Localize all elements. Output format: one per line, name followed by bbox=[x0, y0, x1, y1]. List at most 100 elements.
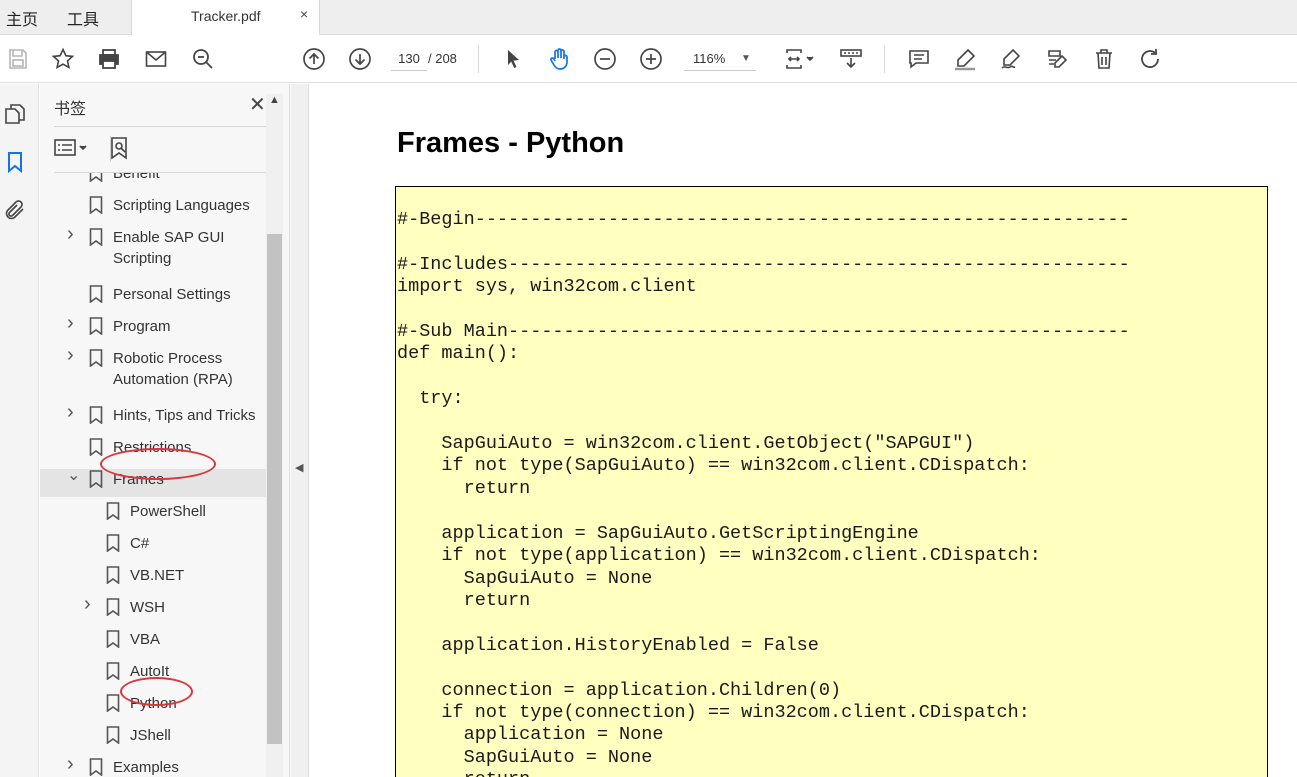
bookmark-item-examples[interactable]: › Examples bbox=[40, 753, 266, 777]
menu-tools[interactable]: 工具 bbox=[67, 6, 99, 30]
bookmark-item-wsh[interactable]: › WSH bbox=[40, 593, 266, 625]
bookmark-ribbon-icon bbox=[106, 534, 120, 553]
bookmark-ribbon-icon bbox=[89, 349, 103, 368]
bookmark-label-line2: Automation (RPA) bbox=[113, 371, 233, 388]
save-icon[interactable] bbox=[4, 45, 32, 73]
close-panel-icon[interactable]: ✕ bbox=[249, 92, 266, 117]
bookmark-options-icon[interactable] bbox=[54, 136, 90, 162]
scroll-up-icon[interactable]: ▲ bbox=[269, 94, 280, 106]
bookmark-label: C# bbox=[130, 535, 150, 552]
collapse-panel-icon[interactable]: ◀ bbox=[295, 461, 303, 474]
hand-icon[interactable] bbox=[545, 45, 573, 73]
page-total: / 208 bbox=[428, 51, 457, 66]
bookmark-label: PowerShell bbox=[130, 503, 206, 520]
email-icon[interactable] bbox=[142, 45, 170, 73]
select-cursor-icon[interactable] bbox=[499, 45, 527, 73]
print-icon[interactable] bbox=[95, 45, 123, 73]
bookmark-ribbon-icon bbox=[106, 726, 120, 745]
bookmark-ribbon-icon bbox=[106, 662, 120, 681]
bookmark-item-c[interactable]: C# bbox=[40, 533, 266, 561]
chevron-right-icon[interactable]: › bbox=[67, 753, 81, 776]
python-highlight-oval bbox=[120, 677, 193, 706]
edit-icon[interactable] bbox=[1043, 45, 1071, 73]
document-tab[interactable]: Tracker.pdf × bbox=[131, 0, 320, 36]
bookmark-item-personal-settings[interactable]: Personal Settings bbox=[40, 284, 266, 312]
bookmark-ribbon-icon bbox=[89, 173, 103, 183]
bookmark-ribbon-icon bbox=[89, 228, 103, 247]
bookmark-label: Personal Settings bbox=[113, 286, 231, 303]
bookmark-ribbon-icon bbox=[106, 566, 120, 585]
arrow-up-icon[interactable] bbox=[300, 45, 328, 73]
toolbar-divider bbox=[478, 45, 479, 73]
bookmark-item-jshell[interactable]: JShell bbox=[40, 725, 266, 753]
scrollbar-thumb[interactable] bbox=[267, 234, 282, 744]
bookmark-ribbon-icon bbox=[89, 285, 103, 304]
zoom-level-select[interactable]: 116% ▼ bbox=[684, 47, 756, 71]
zoom-out-icon[interactable] bbox=[591, 45, 619, 73]
bookmark-item-vb-net[interactable]: VB.NET bbox=[40, 565, 266, 593]
bookmark-item-scripting-languages[interactable]: Scripting Languages bbox=[40, 195, 266, 223]
bookmark-item-vba[interactable]: VBA bbox=[40, 629, 266, 657]
bookmark-ribbon-icon bbox=[106, 694, 120, 713]
document-tab-title: Tracker.pdf bbox=[191, 8, 261, 24]
bookmark-label: Scripting Languages bbox=[113, 197, 250, 214]
code-block: #-Begin---------------------------------… bbox=[395, 186, 1268, 777]
tab-bar: 主页 工具 Tracker.pdf × bbox=[0, 0, 1297, 36]
toolbar: 130 / 208 116% ▼ bbox=[0, 35, 1297, 83]
bookmark-icon[interactable] bbox=[3, 150, 27, 174]
bookmark-ribbon-icon bbox=[89, 317, 103, 336]
bookmarks-panel: 书签 ✕ Benefit Scripting Languages › Enable S… bbox=[40, 84, 290, 777]
zoom-in-icon[interactable] bbox=[637, 45, 665, 73]
bookmark-item-powershell[interactable]: PowerShell bbox=[40, 501, 266, 529]
delete-icon[interactable] bbox=[1090, 45, 1118, 73]
chevron-right-icon[interactable]: › bbox=[67, 312, 81, 335]
pages-icon[interactable] bbox=[3, 102, 27, 126]
bookmarks-scrollbar[interactable]: ▲ bbox=[266, 94, 283, 777]
page-number-input[interactable]: 130 bbox=[391, 47, 427, 71]
document-view: Frames - Python #-Begin-----------------… bbox=[310, 84, 1297, 777]
page-heading: Frames - Python bbox=[397, 127, 625, 159]
bookmark-label: VB.NET bbox=[130, 567, 185, 584]
scroll-mode-icon[interactable] bbox=[837, 45, 865, 73]
bookmark-label: JShell bbox=[130, 727, 171, 744]
close-tab-icon[interactable]: × bbox=[300, 6, 308, 22]
menu-home[interactable]: 主页 bbox=[6, 6, 38, 30]
highlight-icon[interactable] bbox=[951, 45, 979, 73]
fit-page-icon[interactable] bbox=[782, 45, 818, 73]
bookmark-ribbon-icon bbox=[89, 196, 103, 215]
bookmark-item-enable-sap-gui[interactable]: › Enable SAP GUI Scripting bbox=[40, 223, 266, 273]
bookmark-item-robotic-process[interactable]: › Robotic Process Automation (RPA) bbox=[40, 344, 266, 394]
chevron-right-icon[interactable]: › bbox=[67, 223, 81, 246]
chevron-right-icon[interactable]: › bbox=[67, 344, 81, 367]
bookmark-label: Program bbox=[113, 318, 171, 335]
bookmark-ribbon-icon bbox=[106, 630, 120, 649]
search-zoom-icon[interactable] bbox=[189, 45, 217, 73]
chevron-down-icon: ▼ bbox=[741, 53, 751, 64]
bookmark-ribbon-icon bbox=[89, 758, 103, 777]
bookmark-label: WSH bbox=[130, 599, 165, 616]
panel-divider bbox=[54, 126, 276, 127]
star-icon[interactable] bbox=[49, 45, 77, 73]
panel-splitter[interactable]: ◀ bbox=[291, 84, 309, 777]
chevron-right-icon[interactable]: › bbox=[67, 401, 81, 424]
comment-icon[interactable] bbox=[905, 45, 933, 73]
arrow-down-icon[interactable] bbox=[346, 45, 374, 73]
panel-title: 书签 bbox=[54, 101, 87, 118]
bookmark-ribbon-icon bbox=[89, 406, 103, 425]
bookmark-ribbon-icon bbox=[106, 502, 120, 521]
bookmark-label: Examples bbox=[113, 759, 179, 776]
bookmark-label: Hints, Tips and Tricks bbox=[113, 407, 256, 424]
chevron-right-icon[interactable]: › bbox=[84, 593, 98, 616]
attachment-icon[interactable] bbox=[3, 198, 27, 222]
bookmark-label: VBA bbox=[130, 631, 161, 648]
sign-icon[interactable] bbox=[997, 45, 1025, 73]
new-bookmark-icon[interactable] bbox=[108, 136, 134, 162]
navigation-rail bbox=[0, 84, 39, 777]
bookmark-ribbon-icon bbox=[89, 438, 103, 457]
rotate-icon[interactable] bbox=[1136, 45, 1164, 73]
bookmark-item-hints-tips-and-tricks[interactable]: › Hints, Tips and Tricks bbox=[40, 401, 266, 433]
bookmark-label: Enable SAP GUI bbox=[113, 229, 225, 246]
chevron-down-icon[interactable]: ⌄ bbox=[67, 465, 81, 485]
bookmark-item-benefit[interactable]: Benefit bbox=[40, 173, 266, 191]
bookmark-item-program[interactable]: › Program bbox=[40, 312, 266, 344]
